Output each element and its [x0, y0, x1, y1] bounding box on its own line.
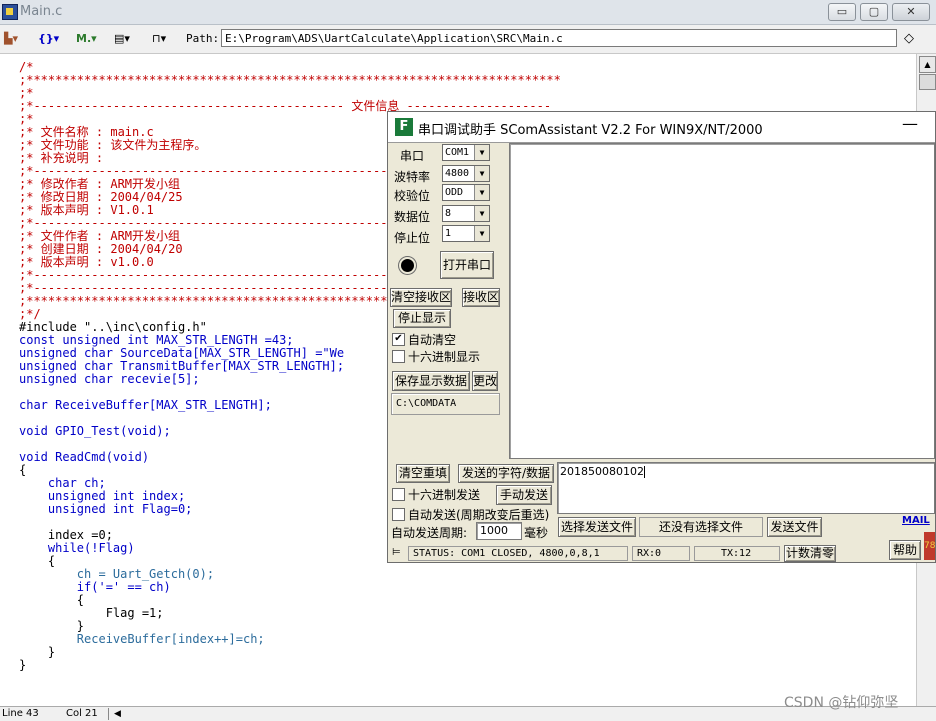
port-label: 串口 — [400, 149, 425, 163]
hex-send-label: 十六进制发送 — [408, 488, 481, 502]
document-icon[interactable]: ▤▾ — [114, 32, 130, 46]
no-file-label: 还没有选择文件 — [639, 517, 763, 537]
serial-assistant-title: 串口调试助手 SComAssistant V2.2 For WIN9X/NT/2… — [418, 123, 763, 138]
hex-display-checkbox[interactable] — [392, 350, 405, 363]
code-line: ReceiveBuffer[index++]=ch; — [19, 632, 265, 646]
status-divider — [108, 708, 109, 720]
stop-display-button[interactable]: 停止显示 — [393, 309, 451, 328]
chevron-down-icon[interactable]: ▼ — [474, 166, 489, 181]
stopbits-value: 1 — [445, 228, 452, 239]
lock-icon[interactable]: ⊓▾ — [152, 32, 166, 46]
receive-textarea[interactable] — [509, 143, 935, 459]
code-line: } — [19, 658, 27, 672]
send-chars-label: 发送的字符/数据 — [458, 464, 554, 483]
auto-period-input[interactable]: 1000 — [476, 522, 522, 540]
code-line: void GPIO_Test(void); — [19, 424, 171, 438]
hex-send-checkbox[interactable] — [392, 488, 405, 501]
path-label: Path: — [186, 32, 220, 45]
change-path-button[interactable]: 更改 — [472, 371, 498, 391]
select-file-button[interactable]: 选择发送文件 — [558, 517, 636, 537]
function-list-icon[interactable]: {}▾ — [38, 32, 59, 46]
path-field[interactable]: E:\Program\ADS\UartCalculate\Application… — [221, 29, 897, 47]
code-line: char ReceiveBuffer[MAX_STR_LENGTH]; — [19, 398, 272, 412]
save-data-button[interactable]: 保存显示数据 — [392, 371, 470, 391]
serial-status-field: STATUS: COM1 CLOSED, 4800,0,8,1 — [408, 546, 628, 561]
close-button[interactable]: ✕ — [892, 3, 930, 21]
auto-period-label: 自动发送周期: — [391, 526, 468, 540]
maximize-button[interactable]: ▢ — [860, 3, 888, 21]
send-file-button[interactable]: 发送文件 — [767, 517, 822, 537]
open-port-button[interactable]: 打开串口 — [440, 251, 494, 279]
port-value: COM1 — [445, 147, 470, 158]
databits-value: 8 — [445, 208, 452, 219]
stopbits-label: 停止位 — [394, 231, 431, 245]
author-logo-icon: 78 — [924, 532, 935, 560]
rx-counter: RX:0 — [632, 546, 690, 561]
watermark: CSDN @钻仰弥坚 — [784, 695, 899, 711]
marker-icon[interactable]: M.▾ — [76, 32, 97, 46]
save-path-field: C:\COMDATA — [391, 393, 500, 415]
send-textarea[interactable]: 201850080102 — [557, 462, 935, 514]
reset-count-button[interactable]: 计数清零 — [784, 545, 836, 562]
auto-clear-label: 自动清空 — [408, 333, 457, 347]
serial-assistant-title-bar: F 串口调试助手 SComAssistant V2.2 For WIN9X/NT… — [388, 112, 935, 143]
scroll-thumb[interactable] — [919, 74, 936, 90]
port-status-indicator-icon — [399, 257, 416, 274]
code-line: ;***************************************… — [19, 73, 561, 87]
header-file-icon[interactable]: ▙▾ — [4, 32, 18, 46]
code-line: void ReadCmd(void) — [19, 450, 150, 464]
code-line: unsigned char recevie[5]; — [19, 372, 200, 386]
minimize-button[interactable]: ▭ — [828, 3, 856, 21]
auto-clear-checkbox[interactable]: ✔ — [392, 333, 405, 346]
databits-select[interactable]: 8 ▼ — [442, 205, 490, 222]
mail-link[interactable]: MAIL — [902, 515, 930, 526]
baud-value: 4800 — [445, 168, 470, 179]
parity-value: ODD — [445, 187, 464, 198]
clear-send-button[interactable]: 清空重填 — [396, 464, 450, 483]
status-flag-icon: ⊨ — [392, 547, 401, 558]
hscroll-left-arrow-icon[interactable]: ◀ — [114, 707, 121, 721]
editor-toolbar: ▙▾ {}▾ M.▾ ▤▾ ⊓▾ Path: E:\Program\ADS\Ua… — [0, 25, 936, 54]
parity-label: 校验位 — [394, 189, 431, 203]
line-indicator: Line 43 — [2, 708, 39, 719]
editor-window-title: Main.c — [20, 4, 63, 19]
serial-assistant-window: F 串口调试助手 SComAssistant V2.2 For WIN9X/NT… — [387, 111, 936, 563]
auto-send-label: 自动发送(周期改变后重选) — [408, 508, 550, 522]
baud-select[interactable]: 4800 ▼ — [442, 165, 490, 182]
editor-title-bar: Main.c ▭ ▢ ✕ — [0, 0, 936, 25]
databits-label: 数据位 — [394, 210, 431, 224]
hex-display-label: 十六进制显示 — [408, 350, 481, 364]
col-indicator: Col 21 — [66, 708, 98, 719]
scroll-up-arrow-icon[interactable]: ▲ — [919, 56, 936, 73]
code-line: unsigned int Flag=0; — [19, 502, 193, 516]
parity-select[interactable]: ODD ▼ — [442, 184, 490, 201]
diamond-icon[interactable]: ◇ — [904, 31, 914, 46]
auto-send-checkbox[interactable] — [392, 508, 405, 521]
port-select[interactable]: COM1 ▼ — [442, 144, 490, 161]
chevron-down-icon[interactable]: ▼ — [474, 206, 489, 221]
chevron-down-icon[interactable]: ▼ — [474, 226, 489, 241]
manual-send-button[interactable]: 手动发送 — [496, 485, 552, 505]
help-button[interactable]: 帮助 — [889, 540, 921, 560]
text-cursor — [643, 466, 645, 478]
stopbits-select[interactable]: 1 ▼ — [442, 225, 490, 242]
chevron-down-icon[interactable]: ▼ — [474, 185, 489, 200]
baud-label: 波特率 — [394, 170, 431, 184]
ms-label: 毫秒 — [524, 526, 549, 540]
minimize-button[interactable]: — — [902, 114, 918, 133]
tx-counter: TX:12 — [694, 546, 780, 561]
clear-receive-button[interactable]: 清空接收区 — [390, 288, 452, 307]
editor-app-icon — [2, 4, 18, 20]
chevron-down-icon[interactable]: ▼ — [474, 145, 489, 160]
receive-area-label: 接收区 — [462, 288, 500, 307]
app-logo-icon: F — [395, 118, 413, 136]
send-text: 201850080102 — [560, 465, 644, 478]
